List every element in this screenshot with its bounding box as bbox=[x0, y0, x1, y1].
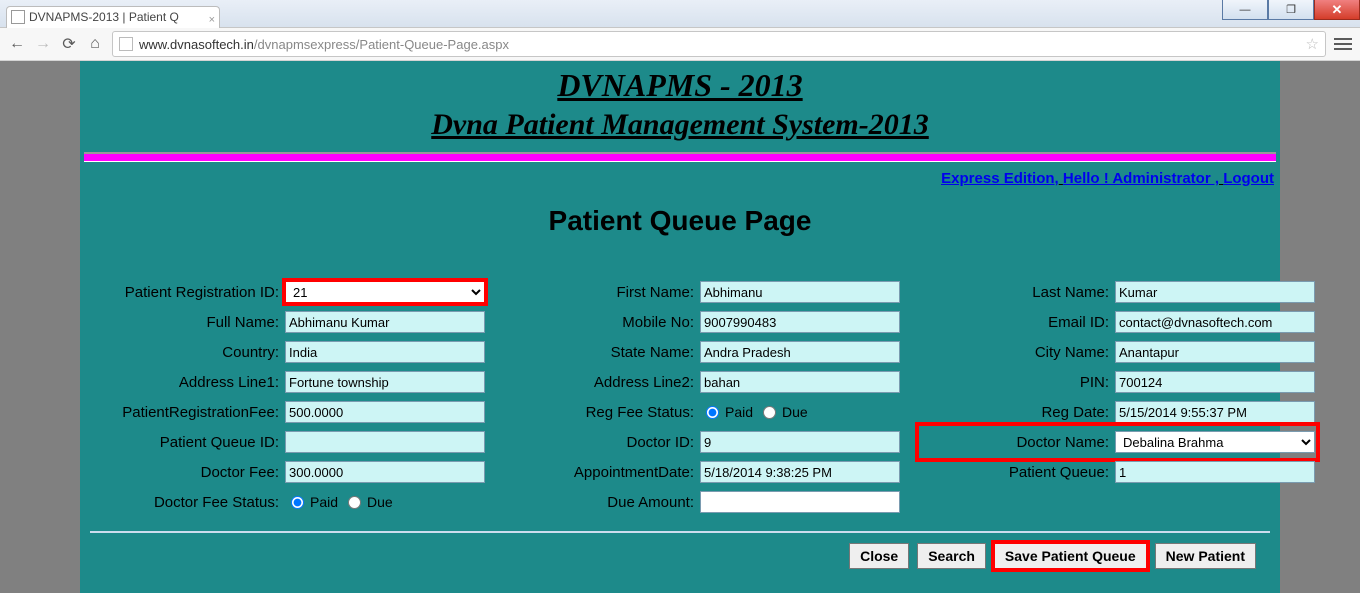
doctor-fee-due-radio[interactable] bbox=[348, 496, 361, 509]
form-divider bbox=[90, 531, 1270, 533]
browser-toolbar: ← → ⟳ ⌂ www.dvnasoftech.in/dvnapmsexpres… bbox=[0, 28, 1360, 61]
login-info: Express Edition, Hello ! Administrator ,… bbox=[80, 164, 1280, 187]
favicon-icon bbox=[11, 10, 25, 24]
nav-back-icon[interactable]: ← bbox=[8, 35, 26, 53]
label-address1: Address Line1: bbox=[90, 374, 285, 391]
close-button[interactable]: Close bbox=[849, 543, 909, 569]
hello-user-link[interactable]: Hello ! Administrator , bbox=[1063, 170, 1219, 187]
url-bar[interactable]: www.dvnasoftech.in/dvnapmsexpress/Patien… bbox=[112, 31, 1326, 57]
window-minimize-button[interactable]: — bbox=[1222, 0, 1268, 20]
nav-home-icon[interactable]: ⌂ bbox=[86, 35, 104, 53]
label-mobile-no: Mobile No: bbox=[505, 314, 700, 331]
url-host: www.dvnasoftech.in bbox=[139, 37, 254, 52]
mobile-no-input[interactable] bbox=[700, 311, 900, 333]
divider-magenta bbox=[84, 152, 1276, 162]
reg-fee-due-label: Due bbox=[782, 404, 808, 420]
label-patient-queue: Patient Queue: bbox=[920, 464, 1115, 481]
due-amount-input[interactable] bbox=[700, 491, 900, 513]
label-patient-queue-id: Patient Queue ID: bbox=[90, 434, 285, 451]
reg-fee-paid-label: Paid bbox=[725, 404, 753, 420]
label-first-name: First Name: bbox=[505, 284, 700, 301]
browser-tab[interactable]: DVNAPMS-2013 | Patient Q × bbox=[6, 6, 220, 28]
reg-fee-input[interactable] bbox=[285, 401, 485, 423]
viewport: DVNAPMS - 2013 Dvna Patient Management S… bbox=[0, 61, 1360, 593]
page-title: Patient Queue Page bbox=[80, 205, 1280, 237]
button-bar: Close Search Save Patient Queue New Pati… bbox=[80, 539, 1280, 569]
label-doctor-name: Doctor Name: bbox=[920, 434, 1115, 451]
doctor-name-select[interactable]: Debalina Brahma bbox=[1115, 431, 1315, 453]
doctor-fee-paid-label: Paid bbox=[310, 494, 338, 510]
doctor-id-input[interactable] bbox=[700, 431, 900, 453]
reg-fee-status-group: Paid Due bbox=[700, 404, 900, 420]
save-patient-queue-button[interactable]: Save Patient Queue bbox=[994, 543, 1147, 569]
tab-close-icon[interactable]: × bbox=[209, 10, 215, 28]
tab-title: DVNAPMS-2013 | Patient Q bbox=[29, 10, 179, 24]
nav-forward-icon[interactable]: → bbox=[34, 35, 52, 53]
logout-link[interactable]: Logout bbox=[1223, 170, 1274, 187]
label-reg-fee: PatientRegistrationFee: bbox=[90, 404, 285, 421]
bookmark-star-icon[interactable]: ☆ bbox=[1306, 35, 1319, 53]
label-reg-date: Reg Date: bbox=[920, 404, 1115, 421]
doctor-fee-input[interactable] bbox=[285, 461, 485, 483]
reg-fee-paid-radio[interactable] bbox=[706, 406, 719, 419]
address2-input[interactable] bbox=[700, 371, 900, 393]
first-name-input[interactable] bbox=[700, 281, 900, 303]
label-last-name: Last Name: bbox=[920, 284, 1115, 301]
pin-input[interactable] bbox=[1115, 371, 1315, 393]
patient-form: Patient Registration ID: 21 First Name: … bbox=[80, 277, 1280, 517]
search-button[interactable]: Search bbox=[917, 543, 986, 569]
appointment-date-input[interactable] bbox=[700, 461, 900, 483]
label-doctor-fee: Doctor Fee: bbox=[90, 464, 285, 481]
label-country: Country: bbox=[90, 344, 285, 361]
new-patient-button[interactable]: New Patient bbox=[1155, 543, 1256, 569]
reg-fee-due-radio[interactable] bbox=[763, 406, 776, 419]
chrome-menu-icon[interactable] bbox=[1334, 38, 1352, 50]
state-name-input[interactable] bbox=[700, 341, 900, 363]
browser-titlebar: DVNAPMS-2013 | Patient Q × — ❐ ✕ bbox=[0, 0, 1360, 28]
label-reg-fee-status: Reg Fee Status: bbox=[505, 404, 700, 421]
last-name-input[interactable] bbox=[1115, 281, 1315, 303]
address1-input[interactable] bbox=[285, 371, 485, 393]
city-name-input[interactable] bbox=[1115, 341, 1315, 363]
window-maximize-button[interactable]: ❐ bbox=[1268, 0, 1314, 20]
label-full-name: Full Name: bbox=[90, 314, 285, 331]
label-state-name: State Name: bbox=[505, 344, 700, 361]
patient-reg-id-select[interactable]: 21 bbox=[285, 281, 485, 303]
label-doctor-fee-status: Doctor Fee Status: bbox=[90, 494, 285, 511]
country-input[interactable] bbox=[285, 341, 485, 363]
page-icon bbox=[119, 37, 133, 51]
label-pin: PIN: bbox=[920, 374, 1115, 391]
full-name-input[interactable] bbox=[285, 311, 485, 333]
window-controls: — ❐ ✕ bbox=[1222, 0, 1360, 20]
page-body: DVNAPMS - 2013 Dvna Patient Management S… bbox=[80, 61, 1280, 593]
reg-date-input[interactable] bbox=[1115, 401, 1315, 423]
label-due-amount: Due Amount: bbox=[505, 494, 700, 511]
label-doctor-id: Doctor ID: bbox=[505, 434, 700, 451]
edition-link[interactable]: Express Edition, bbox=[941, 170, 1059, 187]
label-city-name: City Name: bbox=[920, 344, 1115, 361]
doctor-fee-due-label: Due bbox=[367, 494, 393, 510]
app-title-2: Dvna Patient Management System-2013 bbox=[80, 108, 1280, 142]
window-close-button[interactable]: ✕ bbox=[1314, 0, 1360, 20]
patient-queue-id-input[interactable] bbox=[285, 431, 485, 453]
label-address2: Address Line2: bbox=[505, 374, 700, 391]
doctor-fee-paid-radio[interactable] bbox=[291, 496, 304, 509]
nav-reload-icon[interactable]: ⟳ bbox=[60, 35, 78, 53]
email-id-input[interactable] bbox=[1115, 311, 1315, 333]
label-email-id: Email ID: bbox=[920, 314, 1115, 331]
label-patient-reg-id: Patient Registration ID: bbox=[90, 284, 285, 301]
label-appointment-date: AppointmentDate: bbox=[505, 464, 700, 481]
patient-queue-input[interactable] bbox=[1115, 461, 1315, 483]
url-path: /dvnapmsexpress/Patient-Queue-Page.aspx bbox=[254, 37, 509, 52]
doctor-fee-status-group: Paid Due bbox=[285, 494, 485, 510]
app-title-1: DVNAPMS - 2013 bbox=[80, 61, 1280, 104]
